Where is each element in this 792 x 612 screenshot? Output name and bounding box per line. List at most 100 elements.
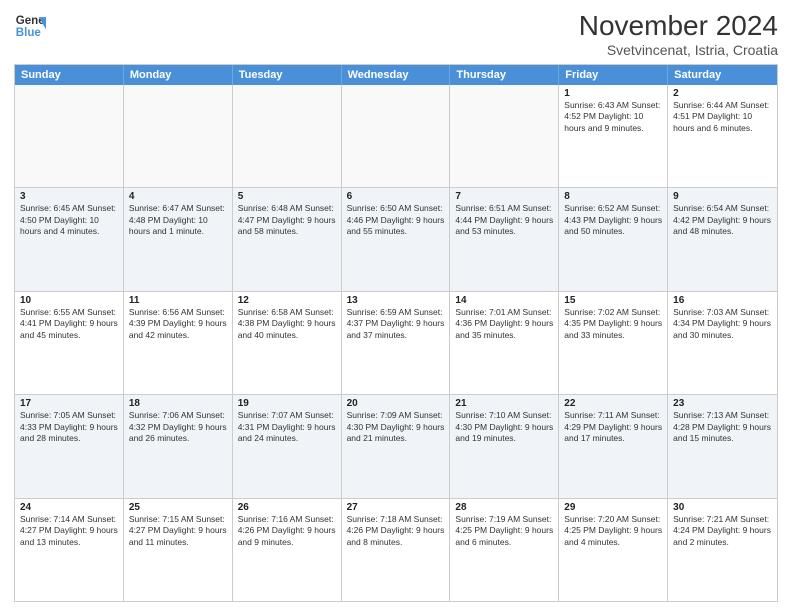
day-number: 16 bbox=[673, 295, 772, 306]
day-cell-8: 8Sunrise: 6:52 AM Sunset: 4:43 PM Daylig… bbox=[559, 188, 668, 290]
day-number: 19 bbox=[238, 398, 336, 409]
header-day-sunday: Sunday bbox=[15, 65, 124, 85]
day-cell-21: 21Sunrise: 7:10 AM Sunset: 4:30 PM Dayli… bbox=[450, 395, 559, 497]
day-number: 22 bbox=[564, 398, 662, 409]
header-day-tuesday: Tuesday bbox=[233, 65, 342, 85]
day-cell-11: 11Sunrise: 6:56 AM Sunset: 4:39 PM Dayli… bbox=[124, 292, 233, 394]
day-number: 24 bbox=[20, 502, 118, 513]
day-info: Sunrise: 7:14 AM Sunset: 4:27 PM Dayligh… bbox=[20, 514, 118, 548]
day-info: Sunrise: 6:44 AM Sunset: 4:51 PM Dayligh… bbox=[673, 100, 772, 134]
calendar-header: SundayMondayTuesdayWednesdayThursdayFrid… bbox=[15, 65, 777, 85]
day-info: Sunrise: 6:48 AM Sunset: 4:47 PM Dayligh… bbox=[238, 203, 336, 237]
day-number: 6 bbox=[347, 191, 445, 202]
day-number: 10 bbox=[20, 295, 118, 306]
day-number: 26 bbox=[238, 502, 336, 513]
header-day-friday: Friday bbox=[559, 65, 668, 85]
day-info: Sunrise: 7:11 AM Sunset: 4:29 PM Dayligh… bbox=[564, 410, 662, 444]
page-header: General Blue November 2024 Svetvincenat,… bbox=[14, 10, 778, 58]
day-cell-30: 30Sunrise: 7:21 AM Sunset: 4:24 PM Dayli… bbox=[668, 499, 777, 601]
day-number: 5 bbox=[238, 191, 336, 202]
day-number: 17 bbox=[20, 398, 118, 409]
day-number: 28 bbox=[455, 502, 553, 513]
empty-cell bbox=[15, 85, 124, 187]
day-info: Sunrise: 7:16 AM Sunset: 4:26 PM Dayligh… bbox=[238, 514, 336, 548]
day-cell-13: 13Sunrise: 6:59 AM Sunset: 4:37 PM Dayli… bbox=[342, 292, 451, 394]
logo-icon: General Blue bbox=[14, 10, 46, 42]
calendar-row-0: 1Sunrise: 6:43 AM Sunset: 4:52 PM Daylig… bbox=[15, 85, 777, 187]
day-info: Sunrise: 7:10 AM Sunset: 4:30 PM Dayligh… bbox=[455, 410, 553, 444]
day-info: Sunrise: 7:05 AM Sunset: 4:33 PM Dayligh… bbox=[20, 410, 118, 444]
day-info: Sunrise: 7:19 AM Sunset: 4:25 PM Dayligh… bbox=[455, 514, 553, 548]
day-number: 23 bbox=[673, 398, 772, 409]
day-info: Sunrise: 7:02 AM Sunset: 4:35 PM Dayligh… bbox=[564, 307, 662, 341]
day-cell-17: 17Sunrise: 7:05 AM Sunset: 4:33 PM Dayli… bbox=[15, 395, 124, 497]
header-day-wednesday: Wednesday bbox=[342, 65, 451, 85]
day-number: 25 bbox=[129, 502, 227, 513]
day-number: 4 bbox=[129, 191, 227, 202]
day-number: 12 bbox=[238, 295, 336, 306]
day-number: 3 bbox=[20, 191, 118, 202]
day-cell-5: 5Sunrise: 6:48 AM Sunset: 4:47 PM Daylig… bbox=[233, 188, 342, 290]
day-info: Sunrise: 6:43 AM Sunset: 4:52 PM Dayligh… bbox=[564, 100, 662, 134]
day-cell-7: 7Sunrise: 6:51 AM Sunset: 4:44 PM Daylig… bbox=[450, 188, 559, 290]
empty-cell bbox=[124, 85, 233, 187]
day-cell-29: 29Sunrise: 7:20 AM Sunset: 4:25 PM Dayli… bbox=[559, 499, 668, 601]
day-cell-10: 10Sunrise: 6:55 AM Sunset: 4:41 PM Dayli… bbox=[15, 292, 124, 394]
day-cell-28: 28Sunrise: 7:19 AM Sunset: 4:25 PM Dayli… bbox=[450, 499, 559, 601]
svg-text:Blue: Blue bbox=[16, 27, 42, 39]
calendar-row-2: 10Sunrise: 6:55 AM Sunset: 4:41 PM Dayli… bbox=[15, 291, 777, 394]
empty-cell bbox=[342, 85, 451, 187]
subtitle: Svetvincenat, Istria, Croatia bbox=[579, 42, 778, 58]
header-day-thursday: Thursday bbox=[450, 65, 559, 85]
day-number: 11 bbox=[129, 295, 227, 306]
day-info: Sunrise: 6:58 AM Sunset: 4:38 PM Dayligh… bbox=[238, 307, 336, 341]
day-number: 18 bbox=[129, 398, 227, 409]
day-number: 8 bbox=[564, 191, 662, 202]
day-cell-25: 25Sunrise: 7:15 AM Sunset: 4:27 PM Dayli… bbox=[124, 499, 233, 601]
day-info: Sunrise: 6:55 AM Sunset: 4:41 PM Dayligh… bbox=[20, 307, 118, 341]
header-day-monday: Monday bbox=[124, 65, 233, 85]
day-number: 21 bbox=[455, 398, 553, 409]
day-number: 13 bbox=[347, 295, 445, 306]
day-number: 7 bbox=[455, 191, 553, 202]
day-info: Sunrise: 7:18 AM Sunset: 4:26 PM Dayligh… bbox=[347, 514, 445, 548]
day-cell-18: 18Sunrise: 7:06 AM Sunset: 4:32 PM Dayli… bbox=[124, 395, 233, 497]
day-info: Sunrise: 6:50 AM Sunset: 4:46 PM Dayligh… bbox=[347, 203, 445, 237]
day-cell-6: 6Sunrise: 6:50 AM Sunset: 4:46 PM Daylig… bbox=[342, 188, 451, 290]
day-info: Sunrise: 7:03 AM Sunset: 4:34 PM Dayligh… bbox=[673, 307, 772, 341]
day-cell-27: 27Sunrise: 7:18 AM Sunset: 4:26 PM Dayli… bbox=[342, 499, 451, 601]
day-number: 1 bbox=[564, 88, 662, 99]
day-number: 2 bbox=[673, 88, 772, 99]
day-number: 14 bbox=[455, 295, 553, 306]
calendar-row-3: 17Sunrise: 7:05 AM Sunset: 4:33 PM Dayli… bbox=[15, 394, 777, 497]
day-info: Sunrise: 7:20 AM Sunset: 4:25 PM Dayligh… bbox=[564, 514, 662, 548]
day-cell-14: 14Sunrise: 7:01 AM Sunset: 4:36 PM Dayli… bbox=[450, 292, 559, 394]
day-number: 30 bbox=[673, 502, 772, 513]
calendar: SundayMondayTuesdayWednesdayThursdayFrid… bbox=[14, 64, 778, 602]
day-cell-9: 9Sunrise: 6:54 AM Sunset: 4:42 PM Daylig… bbox=[668, 188, 777, 290]
day-info: Sunrise: 6:45 AM Sunset: 4:50 PM Dayligh… bbox=[20, 203, 118, 237]
day-cell-26: 26Sunrise: 7:16 AM Sunset: 4:26 PM Dayli… bbox=[233, 499, 342, 601]
day-info: Sunrise: 6:52 AM Sunset: 4:43 PM Dayligh… bbox=[564, 203, 662, 237]
logo: General Blue bbox=[14, 10, 46, 42]
empty-cell bbox=[233, 85, 342, 187]
day-info: Sunrise: 7:15 AM Sunset: 4:27 PM Dayligh… bbox=[129, 514, 227, 548]
day-info: Sunrise: 6:56 AM Sunset: 4:39 PM Dayligh… bbox=[129, 307, 227, 341]
day-info: Sunrise: 7:06 AM Sunset: 4:32 PM Dayligh… bbox=[129, 410, 227, 444]
calendar-row-4: 24Sunrise: 7:14 AM Sunset: 4:27 PM Dayli… bbox=[15, 498, 777, 601]
day-info: Sunrise: 6:54 AM Sunset: 4:42 PM Dayligh… bbox=[673, 203, 772, 237]
empty-cell bbox=[450, 85, 559, 187]
header-day-saturday: Saturday bbox=[668, 65, 777, 85]
day-cell-19: 19Sunrise: 7:07 AM Sunset: 4:31 PM Dayli… bbox=[233, 395, 342, 497]
day-info: Sunrise: 6:47 AM Sunset: 4:48 PM Dayligh… bbox=[129, 203, 227, 237]
calendar-row-1: 3Sunrise: 6:45 AM Sunset: 4:50 PM Daylig… bbox=[15, 187, 777, 290]
day-info: Sunrise: 7:13 AM Sunset: 4:28 PM Dayligh… bbox=[673, 410, 772, 444]
day-number: 29 bbox=[564, 502, 662, 513]
month-title: November 2024 bbox=[579, 10, 778, 42]
day-number: 15 bbox=[564, 295, 662, 306]
day-cell-1: 1Sunrise: 6:43 AM Sunset: 4:52 PM Daylig… bbox=[559, 85, 668, 187]
day-number: 9 bbox=[673, 191, 772, 202]
day-cell-24: 24Sunrise: 7:14 AM Sunset: 4:27 PM Dayli… bbox=[15, 499, 124, 601]
day-cell-22: 22Sunrise: 7:11 AM Sunset: 4:29 PM Dayli… bbox=[559, 395, 668, 497]
day-info: Sunrise: 6:51 AM Sunset: 4:44 PM Dayligh… bbox=[455, 203, 553, 237]
